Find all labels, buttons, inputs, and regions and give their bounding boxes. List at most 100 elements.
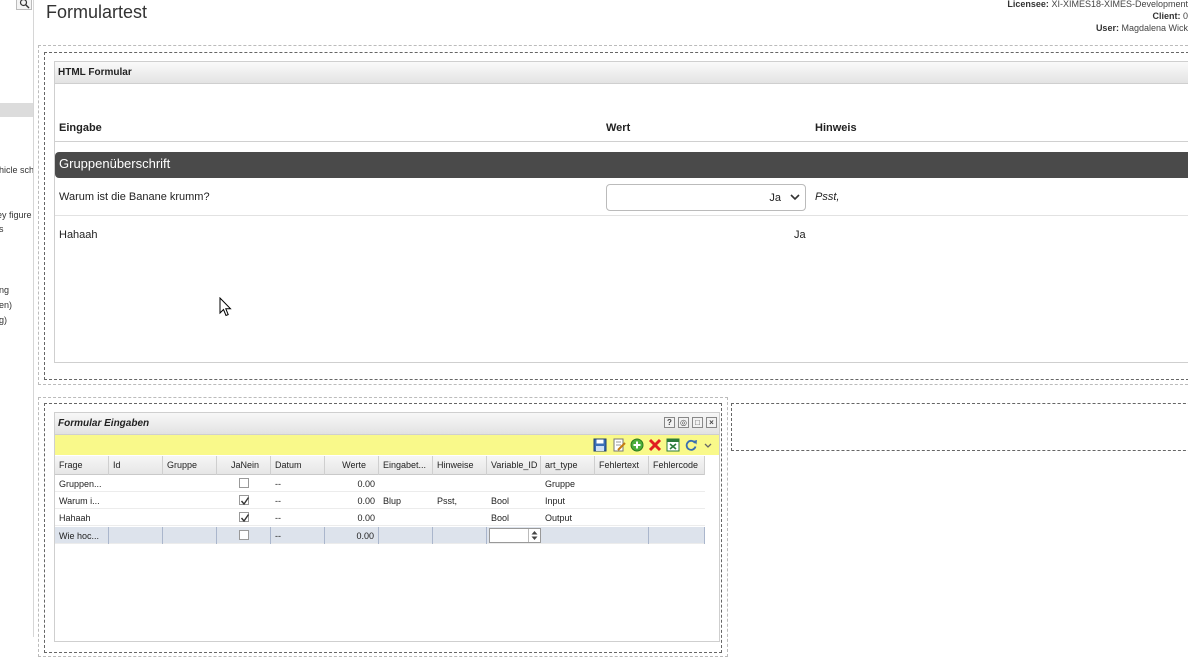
sidebar-selected-item[interactable] <box>0 103 33 117</box>
form-row: Warum ist die Banane krumm? Ja Psst, <box>55 184 1188 216</box>
cell-datum[interactable]: -- <box>271 527 325 544</box>
cell-fehlercode[interactable] <box>649 527 705 544</box>
page-title: Formulartest <box>46 2 148 22</box>
column-header[interactable]: Datum <box>271 456 325 475</box>
checkmark-icon <box>240 497 250 506</box>
cell-variable-id: Bool <box>491 513 510 523</box>
cell-hinweise[interactable] <box>433 527 487 544</box>
column-header-hinweis: Hinweis <box>815 122 857 134</box>
cell-datum: -- <box>275 513 281 523</box>
session-info: Licensee: XI-XIMES18-XIMES-Development C… <box>1007 0 1188 34</box>
client-label: Client: <box>1152 11 1181 21</box>
panel-title-bar: Formular Eingaben ? ◎ □ × <box>55 413 719 435</box>
column-header[interactable]: Id <box>109 456 163 475</box>
html-form-panel: HTML Formular Eingabe Wert Hinweis Grupp… <box>54 61 1188 363</box>
dropdown-icon[interactable] <box>703 438 713 452</box>
panel-title: Formular Eingaben <box>58 418 150 429</box>
maximize-icon[interactable]: □ <box>692 417 703 428</box>
panel-title: HTML Formular <box>55 62 1188 84</box>
close-icon[interactable]: × <box>706 417 717 428</box>
checkmark-icon <box>240 514 250 523</box>
divider <box>55 141 1188 142</box>
group-heading: Gruppenüberschrift <box>55 152 1188 178</box>
column-header[interactable]: Gruppe <box>163 456 217 475</box>
table-row[interactable]: Hahaah -- 0.00 Bool Output <box>55 509 705 526</box>
janein-checkbox[interactable] <box>239 478 249 488</box>
cell-gruppe[interactable] <box>163 527 217 544</box>
column-header[interactable]: Werte <box>325 456 379 475</box>
variable-id-spinner[interactable] <box>489 528 541 543</box>
column-header[interactable]: Eingabet... <box>379 456 433 475</box>
column-header-wert: Wert <box>606 122 631 134</box>
cell-datum: -- <box>275 479 281 489</box>
cell-frage: Warum i... <box>59 496 100 506</box>
cell-janein <box>217 509 271 526</box>
help-icon[interactable]: ? <box>664 417 675 428</box>
table-row[interactable]: Gruppen... -- 0.00 Gruppe <box>55 475 705 492</box>
janein-checkbox[interactable] <box>239 512 250 523</box>
edit-icon[interactable] <box>612 438 626 452</box>
cell-fehlertext[interactable] <box>595 527 649 544</box>
column-header[interactable]: Fehlertext <box>595 456 649 475</box>
question-text: Warum ist die Banane krumm? <box>59 191 210 203</box>
cell-hinweise: Psst, <box>437 496 458 506</box>
column-header[interactable]: Variable_ID <box>487 456 541 475</box>
column-header-eingabe: Eingabe <box>59 122 102 134</box>
cell-frage[interactable]: Wie hoc... <box>55 527 109 544</box>
cell-eingabetyp[interactable] <box>379 527 433 544</box>
janein-checkbox[interactable] <box>239 495 250 506</box>
cell-variable-id: Bool <box>491 496 510 506</box>
column-header[interactable]: Hinweise <box>433 456 487 475</box>
sidebar-item[interactable]: hicle sch <box>0 165 33 175</box>
sidebar-item[interactable]: s <box>0 224 4 234</box>
cell-janein <box>217 492 271 509</box>
grid-header: Frage Id Gruppe JaNein Datum Werte Einga… <box>55 456 705 475</box>
grid-toolbar <box>55 435 719 455</box>
client-value: 0 <box>1182 11 1188 21</box>
column-header[interactable]: Fehlercode <box>649 456 705 475</box>
sidebar-item[interactable]: ng <box>0 285 9 295</box>
sidebar: hicle sch ey figure s ng en) g) <box>0 0 34 637</box>
cell-datum: -- <box>275 496 281 506</box>
form-inputs-grid-panel: Formular Eingaben ? ◎ □ × Frage Id Grupp… <box>54 412 720 642</box>
settings-icon[interactable]: ◎ <box>678 417 689 428</box>
cell-art-type: Input <box>545 496 566 506</box>
search-icon <box>19 0 30 9</box>
sidebar-item[interactable]: ey figure <box>0 210 32 220</box>
search-button[interactable] <box>16 0 32 10</box>
column-header[interactable]: Frage <box>55 456 109 475</box>
cell-janein <box>217 475 271 492</box>
cell-werte: 0.00 <box>357 513 375 523</box>
cell-art-type: Gruppe <box>545 479 576 489</box>
chevron-down-icon <box>790 194 800 201</box>
user-label: User: <box>1095 23 1119 33</box>
licensee-label: Licensee: <box>1007 0 1049 9</box>
delete-icon[interactable] <box>648 438 662 452</box>
output-value: Ja <box>794 229 806 241</box>
cell-janein <box>217 527 271 544</box>
refresh-icon[interactable] <box>684 438 698 452</box>
cell-werte[interactable]: 0.00 <box>325 527 379 544</box>
hint-text: Psst, <box>815 191 840 203</box>
mouse-cursor-icon <box>219 297 232 317</box>
cell-eingabetyp: Blup <box>383 496 402 506</box>
export-icon[interactable] <box>666 438 680 452</box>
save-icon[interactable] <box>593 438 607 452</box>
cell-art-type: Output <box>545 513 573 523</box>
layout-zone-empty <box>731 403 1188 451</box>
table-row[interactable]: Warum i... -- 0.00 Blup Psst, Bool Input <box>55 492 705 509</box>
spinner-arrows-icon <box>531 531 538 540</box>
answer-select[interactable]: Ja <box>606 184 806 211</box>
column-header[interactable]: art_type <box>541 456 595 475</box>
select-value: Ja <box>769 192 781 204</box>
table-row-editing[interactable]: Wie hoc... -- 0.00 <box>55 527 705 544</box>
cell-id[interactable] <box>109 527 163 544</box>
sidebar-item[interactable]: g) <box>0 315 7 325</box>
sidebar-item[interactable]: en) <box>0 300 12 310</box>
column-header[interactable]: JaNein <box>217 456 271 475</box>
spinner-buttons[interactable] <box>528 529 540 542</box>
add-icon[interactable] <box>630 438 644 452</box>
janein-checkbox[interactable] <box>239 530 249 540</box>
cell-werte: 0.00 <box>357 496 375 506</box>
cell-frage: Hahaah <box>59 513 91 523</box>
